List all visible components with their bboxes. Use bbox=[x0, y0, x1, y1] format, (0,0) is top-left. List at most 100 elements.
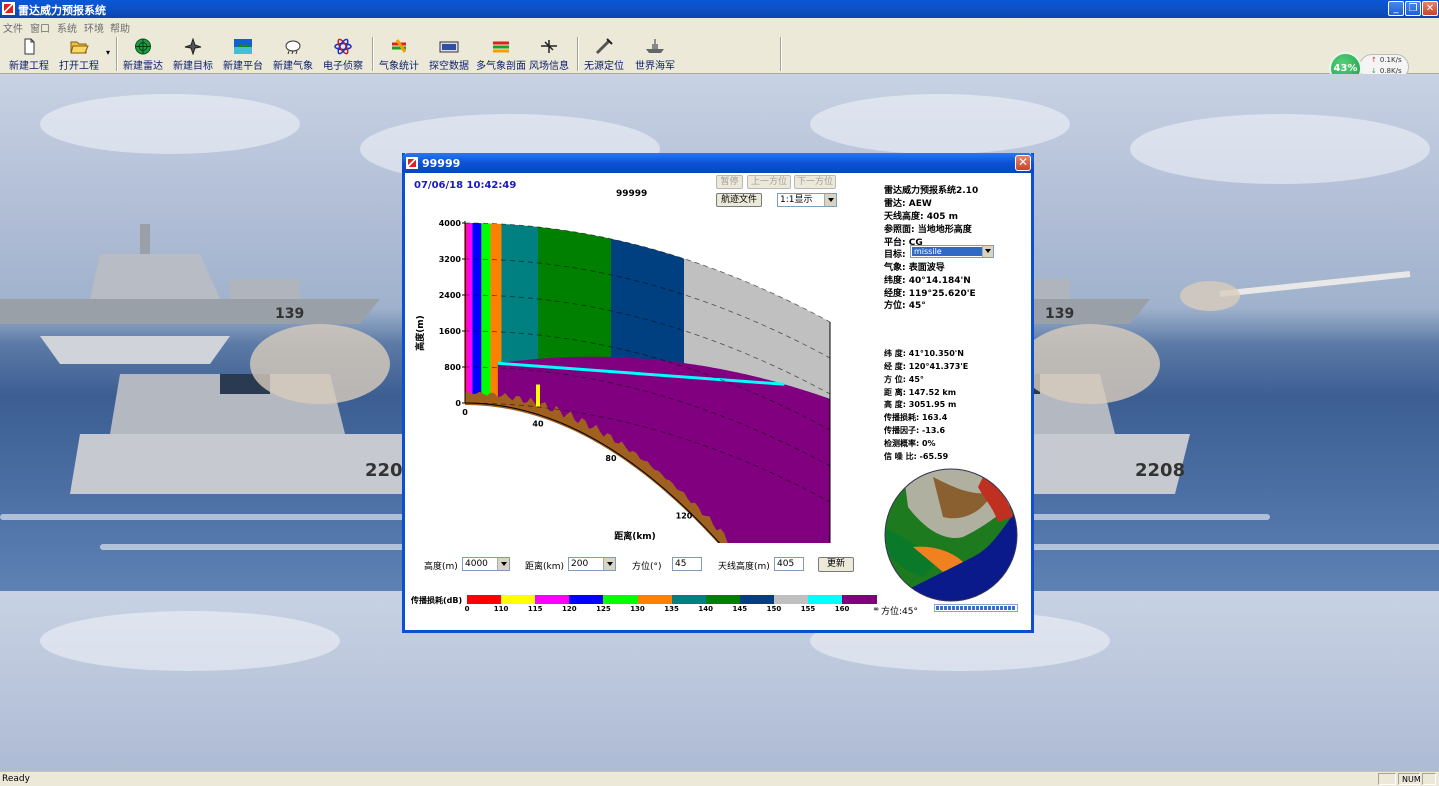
toolbar-weather-stats[interactable]: 气象统计 bbox=[378, 36, 420, 72]
next-azimuth-button[interactable]: 下一方位 bbox=[794, 175, 836, 189]
x-tick-label: 80 bbox=[605, 454, 617, 463]
electronic-recon-icon bbox=[334, 38, 352, 55]
chevron-down-icon[interactable] bbox=[497, 558, 509, 570]
target-select[interactable]: missile bbox=[910, 245, 994, 258]
toolbar-world-navy[interactable]: 世界海军 bbox=[633, 36, 677, 72]
legend-swatch bbox=[535, 595, 570, 604]
legend-swatch bbox=[501, 595, 536, 604]
chevron-down-icon[interactable] bbox=[982, 246, 993, 257]
toolbar-passive-location[interactable]: 无源定位 bbox=[583, 36, 625, 72]
legend-tick-label: 110 bbox=[493, 605, 509, 613]
scan-progress-fill bbox=[936, 606, 1016, 610]
toolbar-new-platform[interactable]: 新建平台 bbox=[222, 36, 264, 72]
legend-tick-label: 135 bbox=[664, 605, 679, 613]
toolbar-sounding-data[interactable]: 探空数据 bbox=[428, 36, 470, 72]
legend-tick-label: 160 bbox=[834, 605, 850, 613]
wind-field-icon bbox=[541, 40, 557, 53]
probe-longitude: 经 度: 120°41.373'E bbox=[884, 362, 969, 371]
open-folder-icon bbox=[70, 41, 89, 54]
multi-profile-icon bbox=[493, 41, 509, 53]
close-button[interactable]: ✕ bbox=[1422, 1, 1438, 16]
menu-help[interactable]: 帮助 bbox=[110, 20, 130, 35]
height-select[interactable]: 4000 bbox=[462, 557, 510, 571]
legend-swatch bbox=[603, 595, 638, 604]
legend-title: 传播损耗(dB) bbox=[411, 596, 463, 605]
update-button[interactable]: 更新 bbox=[818, 557, 854, 572]
toolbar-new-project[interactable]: 新建工程 bbox=[8, 36, 50, 72]
scan-progress-bar bbox=[934, 604, 1018, 612]
height-label: 高度(m) bbox=[424, 562, 458, 572]
warship-icon bbox=[646, 39, 664, 53]
y-tick-label: 4000 bbox=[439, 219, 462, 228]
restore-button[interactable]: ❐ bbox=[1405, 1, 1421, 16]
aircraft-target-icon bbox=[184, 38, 202, 55]
radar-icon bbox=[135, 38, 151, 55]
legend-tick-label: 115 bbox=[527, 605, 543, 613]
chevron-down-icon[interactable] bbox=[603, 558, 615, 570]
propagation-dialog: 99999 ✕ 07/06/18 10:42:49 99999 暂停 上一方位 … bbox=[402, 153, 1034, 633]
dialog-close-button[interactable]: ✕ bbox=[1015, 155, 1031, 171]
menu-environment[interactable]: 环境 bbox=[84, 20, 104, 35]
loss-band bbox=[472, 223, 482, 404]
passive-location-icon bbox=[595, 38, 613, 55]
info-latitude: 纬度: 40°14.184'N bbox=[884, 276, 971, 286]
toolbar-new-target[interactable]: 新建目标 bbox=[172, 36, 214, 72]
terrain-globe-map[interactable] bbox=[883, 467, 1019, 603]
menu-window[interactable]: 窗口 bbox=[30, 20, 50, 35]
y-tick-label: 800 bbox=[444, 363, 461, 372]
info-radar: 雷达: AEW bbox=[884, 199, 932, 209]
platform-icon bbox=[234, 39, 252, 54]
legend-swatch bbox=[569, 595, 604, 604]
legend-tick-label: 120 bbox=[561, 605, 577, 613]
probe-detection-prob: 检测概率: 0% bbox=[884, 439, 936, 448]
toolbar-electronic-recon[interactable]: 电子侦察 bbox=[322, 36, 364, 72]
toolbar-new-radar[interactable]: 新建雷达 bbox=[122, 36, 164, 72]
menu-system[interactable]: 系统 bbox=[57, 20, 77, 35]
target-select-value: missile bbox=[912, 247, 983, 256]
dialog-title-bar[interactable]: 99999 ✕ bbox=[402, 153, 1034, 173]
range-select[interactable]: 200 bbox=[568, 557, 616, 571]
legend-tick-label: 145 bbox=[732, 605, 748, 613]
status-text: Ready bbox=[2, 774, 30, 784]
svg-text:139: 139 bbox=[1045, 306, 1074, 322]
azimuth-input[interactable]: 45 bbox=[672, 557, 702, 571]
status-pane bbox=[1378, 773, 1396, 785]
range-label: 距离(km) bbox=[525, 562, 565, 572]
svg-text:2208: 2208 bbox=[1135, 460, 1185, 481]
status-bar: Ready NUM bbox=[0, 771, 1439, 786]
antenna-height-label: 天线高度(m) bbox=[718, 562, 770, 572]
azimuth-label: 方位(°) bbox=[632, 562, 662, 572]
toolbar-open-project[interactable]: 打开工程 bbox=[58, 36, 100, 72]
probe-height: 高 度: 3051.95 m bbox=[884, 400, 957, 409]
display-mode-select[interactable]: 1:1显示 bbox=[777, 193, 837, 207]
toolbar-multi-profile[interactable]: 多气象剖面 bbox=[476, 36, 526, 72]
x-tick-label: 120 bbox=[676, 512, 693, 521]
antenna-height-input[interactable]: 405 bbox=[774, 557, 804, 571]
toolbar-separator bbox=[116, 37, 118, 71]
pause-button[interactable]: 暂停 bbox=[716, 175, 743, 189]
coverage-diagram[interactable]: 0800160024003200400004080120160200距离(km)… bbox=[405, 213, 875, 543]
new-file-icon bbox=[24, 38, 35, 55]
height-value: 4000 bbox=[465, 559, 488, 569]
track-file-button[interactable]: 航迹文件 bbox=[716, 193, 762, 207]
info-system: 雷达威力预报系统2.10 bbox=[884, 186, 979, 196]
legend-swatch bbox=[739, 595, 775, 604]
minimize-button[interactable]: _ bbox=[1388, 1, 1404, 16]
plot-name: 99999 bbox=[616, 189, 648, 199]
timestamp: 07/06/18 10:42:49 bbox=[414, 180, 517, 191]
y-tick-label: 1600 bbox=[439, 327, 462, 336]
y-tick-label: 2400 bbox=[439, 291, 462, 300]
chevron-down-icon[interactable]: ▾ bbox=[106, 48, 110, 57]
azimuth-indicator: 方位:45° bbox=[881, 607, 918, 617]
legend-tick-label: 130 bbox=[630, 605, 645, 613]
legend-swatch bbox=[842, 595, 877, 604]
legend-swatch bbox=[671, 595, 707, 604]
toolbar-new-weather[interactable]: 新建气象 bbox=[272, 36, 314, 72]
chevron-down-icon[interactable] bbox=[824, 194, 836, 206]
menu-file[interactable]: 文件 bbox=[3, 20, 23, 35]
prev-azimuth-button[interactable]: 上一方位 bbox=[747, 175, 791, 189]
status-pane bbox=[1422, 773, 1436, 785]
y-tick-label: 3200 bbox=[439, 255, 462, 264]
toolbar-separator bbox=[577, 37, 579, 71]
toolbar-wind-field[interactable]: 风场信息 bbox=[528, 36, 570, 72]
